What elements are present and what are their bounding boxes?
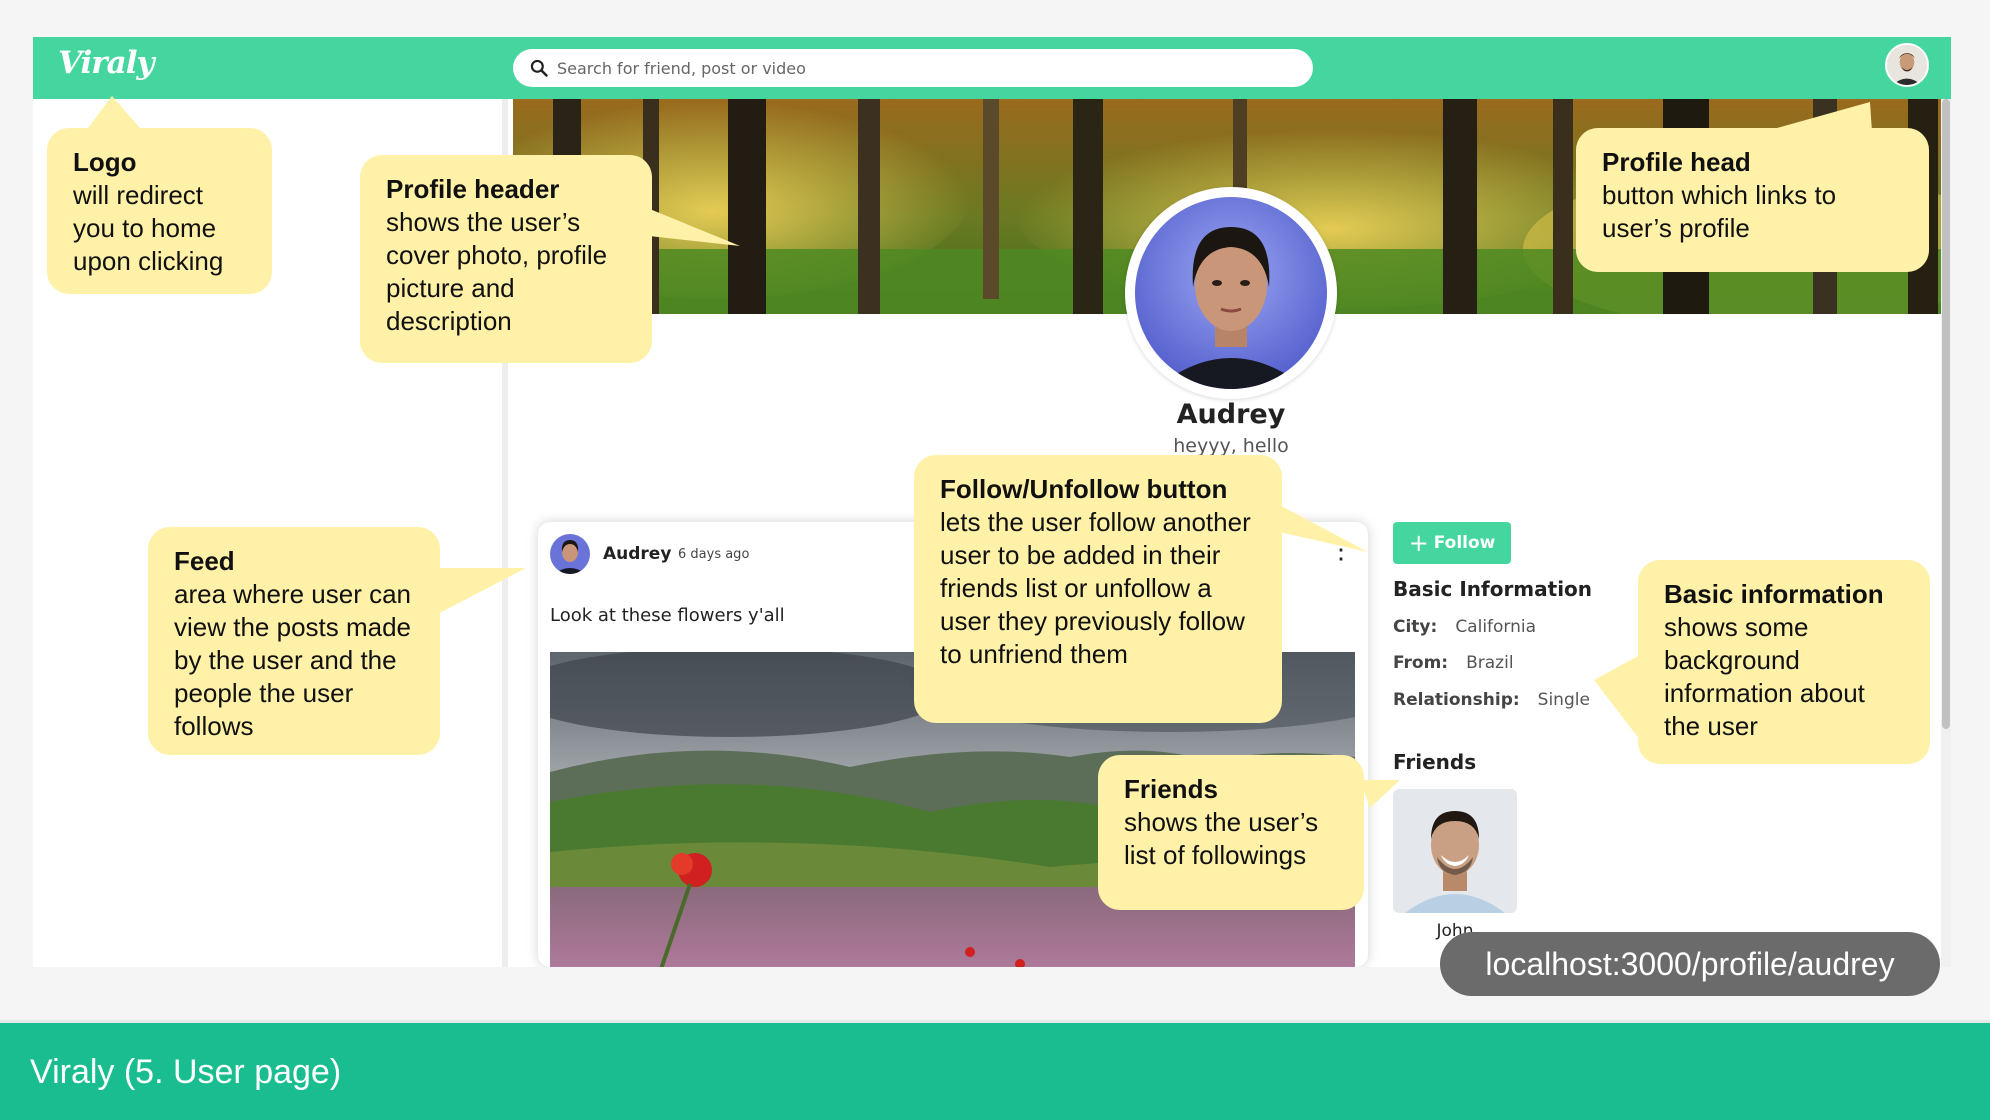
callout-profile-head: Profile head button which links to user’… [1576, 128, 1929, 272]
callout-basic-info: Basic information shows some background … [1638, 560, 1930, 764]
callout-follow-button: Follow/Unfollow button lets the user fol… [914, 455, 1282, 723]
info-key: City: [1393, 617, 1438, 637]
callout-body: button which links to user’s profile [1602, 180, 1837, 243]
basic-info-title: Basic Information [1393, 577, 1593, 601]
callout-title: Feed [174, 546, 235, 576]
more-options-icon[interactable]: ⋮ [1328, 536, 1354, 562]
friends-title: Friends [1393, 750, 1477, 774]
callout-title: Friends [1124, 774, 1218, 804]
callout-body: area where user can view the posts made … [174, 579, 412, 741]
callout-title: Profile head [1602, 147, 1751, 177]
slide-title: Viraly (5. User page) [30, 1053, 342, 1091]
search-icon [530, 59, 548, 77]
url-label: localhost:3000/profile/audrey [1440, 932, 1940, 996]
info-row-from: From: Brazil [1393, 653, 1514, 673]
info-value: California [1455, 617, 1537, 637]
callout-body: shows the user’s list of followings [1124, 807, 1319, 870]
info-row-city: City: California [1393, 617, 1536, 637]
callout-body: will redirect you to home upon clicking [73, 180, 224, 276]
callout-body: shows the user’s cover photo, profile pi… [386, 207, 608, 336]
profile-head-button[interactable] [1885, 43, 1929, 87]
slide-footer: Viraly (5. User page) [0, 1020, 1990, 1120]
scrollbar-thumb[interactable] [1942, 99, 1950, 729]
post-avatar[interactable] [550, 534, 590, 574]
friend-avatar[interactable] [1393, 789, 1517, 913]
profile-picture [1125, 187, 1337, 399]
avatar-image [1887, 45, 1927, 85]
callout-title: Logo [73, 147, 137, 177]
callout-profile-header: Profile header shows the user’s cover ph… [360, 155, 652, 363]
post-text: Look at these flowers y'all [550, 605, 785, 626]
callout-title: Follow/Unfollow button [940, 474, 1228, 504]
profile-name: Audrey [1176, 399, 1286, 430]
top-bar: Viraly [33, 37, 1951, 99]
post-username[interactable]: Audrey [603, 544, 671, 564]
callout-title: Profile header [386, 174, 560, 204]
follow-button-label: Follow [1433, 533, 1496, 553]
follow-button[interactable]: + Follow [1393, 522, 1511, 564]
search-input[interactable] [557, 58, 1257, 78]
profile-description: heyyy, hello [1173, 435, 1289, 457]
info-value: Single [1537, 690, 1590, 710]
post-timestamp: 6 days ago [678, 547, 750, 562]
plus-icon: + [1408, 529, 1429, 557]
callout-logo: Logo will redirect you to home upon clic… [47, 128, 272, 294]
scrollbar[interactable] [1941, 99, 1951, 967]
callout-title: Basic information [1664, 579, 1884, 609]
callout-friends: Friends shows the user’s list of followi… [1098, 755, 1364, 910]
info-value: Brazil [1466, 653, 1514, 673]
callout-body: shows some background information about … [1664, 612, 1865, 741]
info-row-relationship: Relationship: Single [1393, 690, 1590, 710]
info-key: From: [1393, 653, 1449, 673]
callout-feed: Feed area where user can view the posts … [148, 527, 440, 755]
search-bar[interactable] [513, 49, 1313, 87]
info-key: Relationship: [1393, 690, 1520, 710]
callout-body: lets the user follow another user to be … [940, 507, 1251, 669]
logo[interactable]: Viraly [58, 45, 154, 81]
